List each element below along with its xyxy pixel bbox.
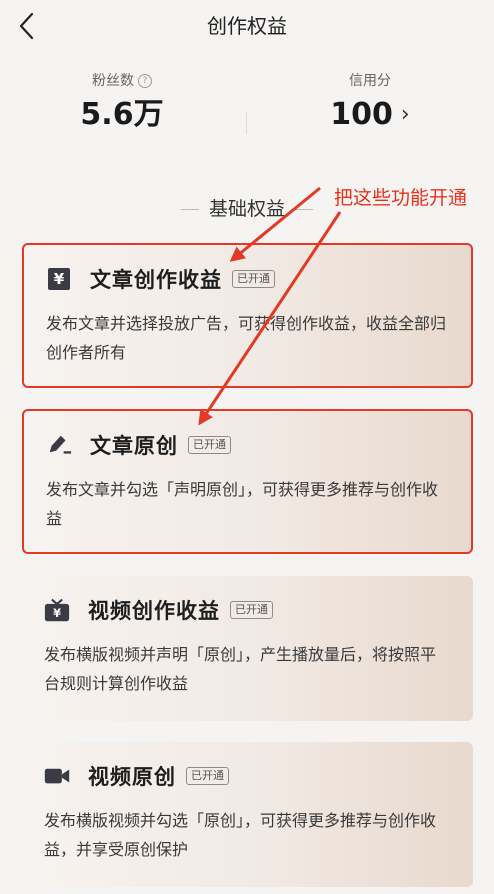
fans-value: 5.6万 — [80, 97, 164, 132]
credit-value: 100 — [330, 97, 393, 132]
section-line-right — [295, 209, 313, 210]
credit-label: 信用分 — [349, 73, 391, 89]
card-title: 视频创作收益 — [88, 599, 220, 623]
page-title: 创作权益 — [207, 14, 287, 38]
annotation-text: 把这些功能开通 — [334, 187, 468, 209]
help-icon[interactable]: ? — [138, 74, 152, 88]
card-title: 文章原创 — [90, 434, 178, 458]
status-badge: 已开通 — [186, 767, 229, 785]
card-video-original[interactable]: 视频原创 已开通 发布横版视频并勾选「原创」，可获得更多推荐与创作收益，并享受原… — [22, 742, 473, 887]
credit-stat[interactable]: 信用分 100 › — [270, 70, 470, 133]
svg-text:¥: ¥ — [53, 607, 61, 620]
chevron-right-icon[interactable]: › — [401, 97, 410, 133]
card-description: 发布文章并选择投放广告，可获得创作收益，收益全部归创作者所有 — [46, 314, 447, 362]
status-badge: 已开通 — [230, 601, 273, 619]
section-title-text: 基础权益 — [208, 198, 285, 220]
card-description: 发布文章并勾选「声明原创」，可获得更多推荐与创作收益 — [46, 480, 439, 528]
video-camera-icon — [44, 763, 70, 789]
section-line-left — [180, 209, 199, 210]
stat-divider — [246, 112, 247, 134]
tv-yen-icon: ¥ — [44, 597, 70, 623]
pen-icon — [46, 432, 72, 458]
stats-panel: 粉丝数 ? 5.6万 信用分 100 › — [0, 70, 494, 150]
status-badge: 已开通 — [188, 436, 231, 454]
card-article-original[interactable]: 文章原创 已开通 发布文章并勾选「声明原创」，可获得更多推荐与创作收益 — [22, 409, 473, 554]
header: 创作权益 — [0, 0, 494, 52]
card-description: 发布横版视频并声明「原创」，产生播放量后，将按照平台规则计算创作收益 — [44, 645, 437, 693]
card-title: 文章创作收益 — [90, 268, 222, 292]
fans-label: 粉丝数 — [92, 73, 134, 89]
card-description: 发布横版视频并勾选「原创」，可获得更多推荐与创作收益，并享受原创保护 — [44, 811, 437, 859]
card-article-income[interactable]: ¥ 文章创作收益 已开通 发布文章并选择投放广告，可获得创作收益，收益全部归创作… — [22, 243, 473, 388]
status-badge: 已开通 — [232, 270, 275, 288]
card-title: 视频原创 — [88, 765, 176, 789]
fans-stat: 粉丝数 ? 5.6万 — [22, 70, 222, 133]
card-video-income[interactable]: ¥ 视频创作收益 已开通 发布横版视频并声明「原创」，产生播放量后，将按照平台规… — [22, 576, 473, 721]
yen-icon: ¥ — [46, 266, 72, 292]
